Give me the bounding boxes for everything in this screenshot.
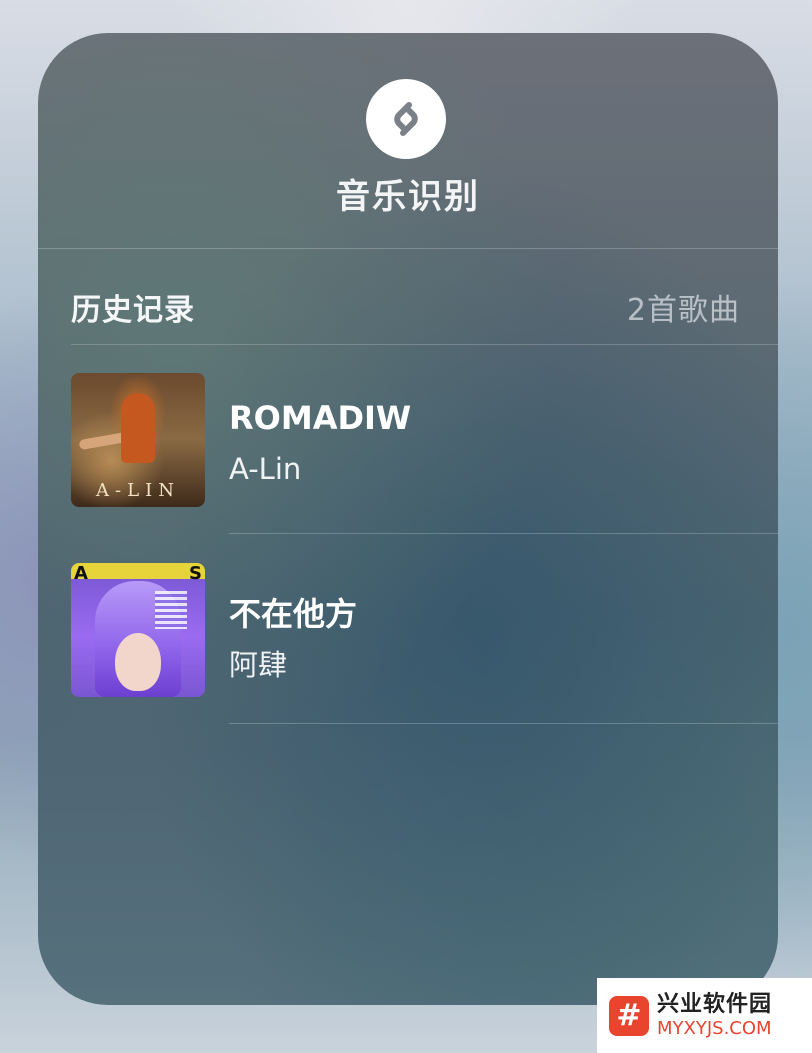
widget-title: 音乐识别: [336, 177, 480, 217]
watermark-name: 兴业软件园: [657, 991, 773, 1017]
song-title: 不在他方: [229, 595, 358, 633]
watermark-url: MYXYJS.COM: [657, 1017, 772, 1039]
album-cover-icon: A S: [71, 563, 205, 697]
song-title: ROMADIW: [229, 399, 412, 437]
song-artist: 阿肆: [229, 648, 288, 682]
header-divider: [38, 248, 778, 249]
watermark-logo-icon: #: [609, 995, 649, 1036]
album-cover-icon: A-LIN: [71, 373, 205, 507]
shazam-logo-icon[interactable]: [366, 79, 446, 159]
row-divider: [229, 723, 778, 724]
history-title: 历史记录: [71, 293, 195, 328]
song-count: 2首歌曲: [626, 293, 740, 328]
list-item[interactable]: A-LIN ROMADIW A-Lin: [71, 344, 778, 534]
watermark: # 兴业软件园 MYXYJS.COM: [597, 978, 812, 1053]
music-recognition-widget: 音乐识别 历史记录 2首歌曲 A-LIN ROMADIW A-Lin A S 不…: [38, 33, 778, 1005]
list-item[interactable]: A S 不在他方 阿肆: [71, 534, 778, 724]
song-artist: A-Lin: [229, 452, 302, 486]
